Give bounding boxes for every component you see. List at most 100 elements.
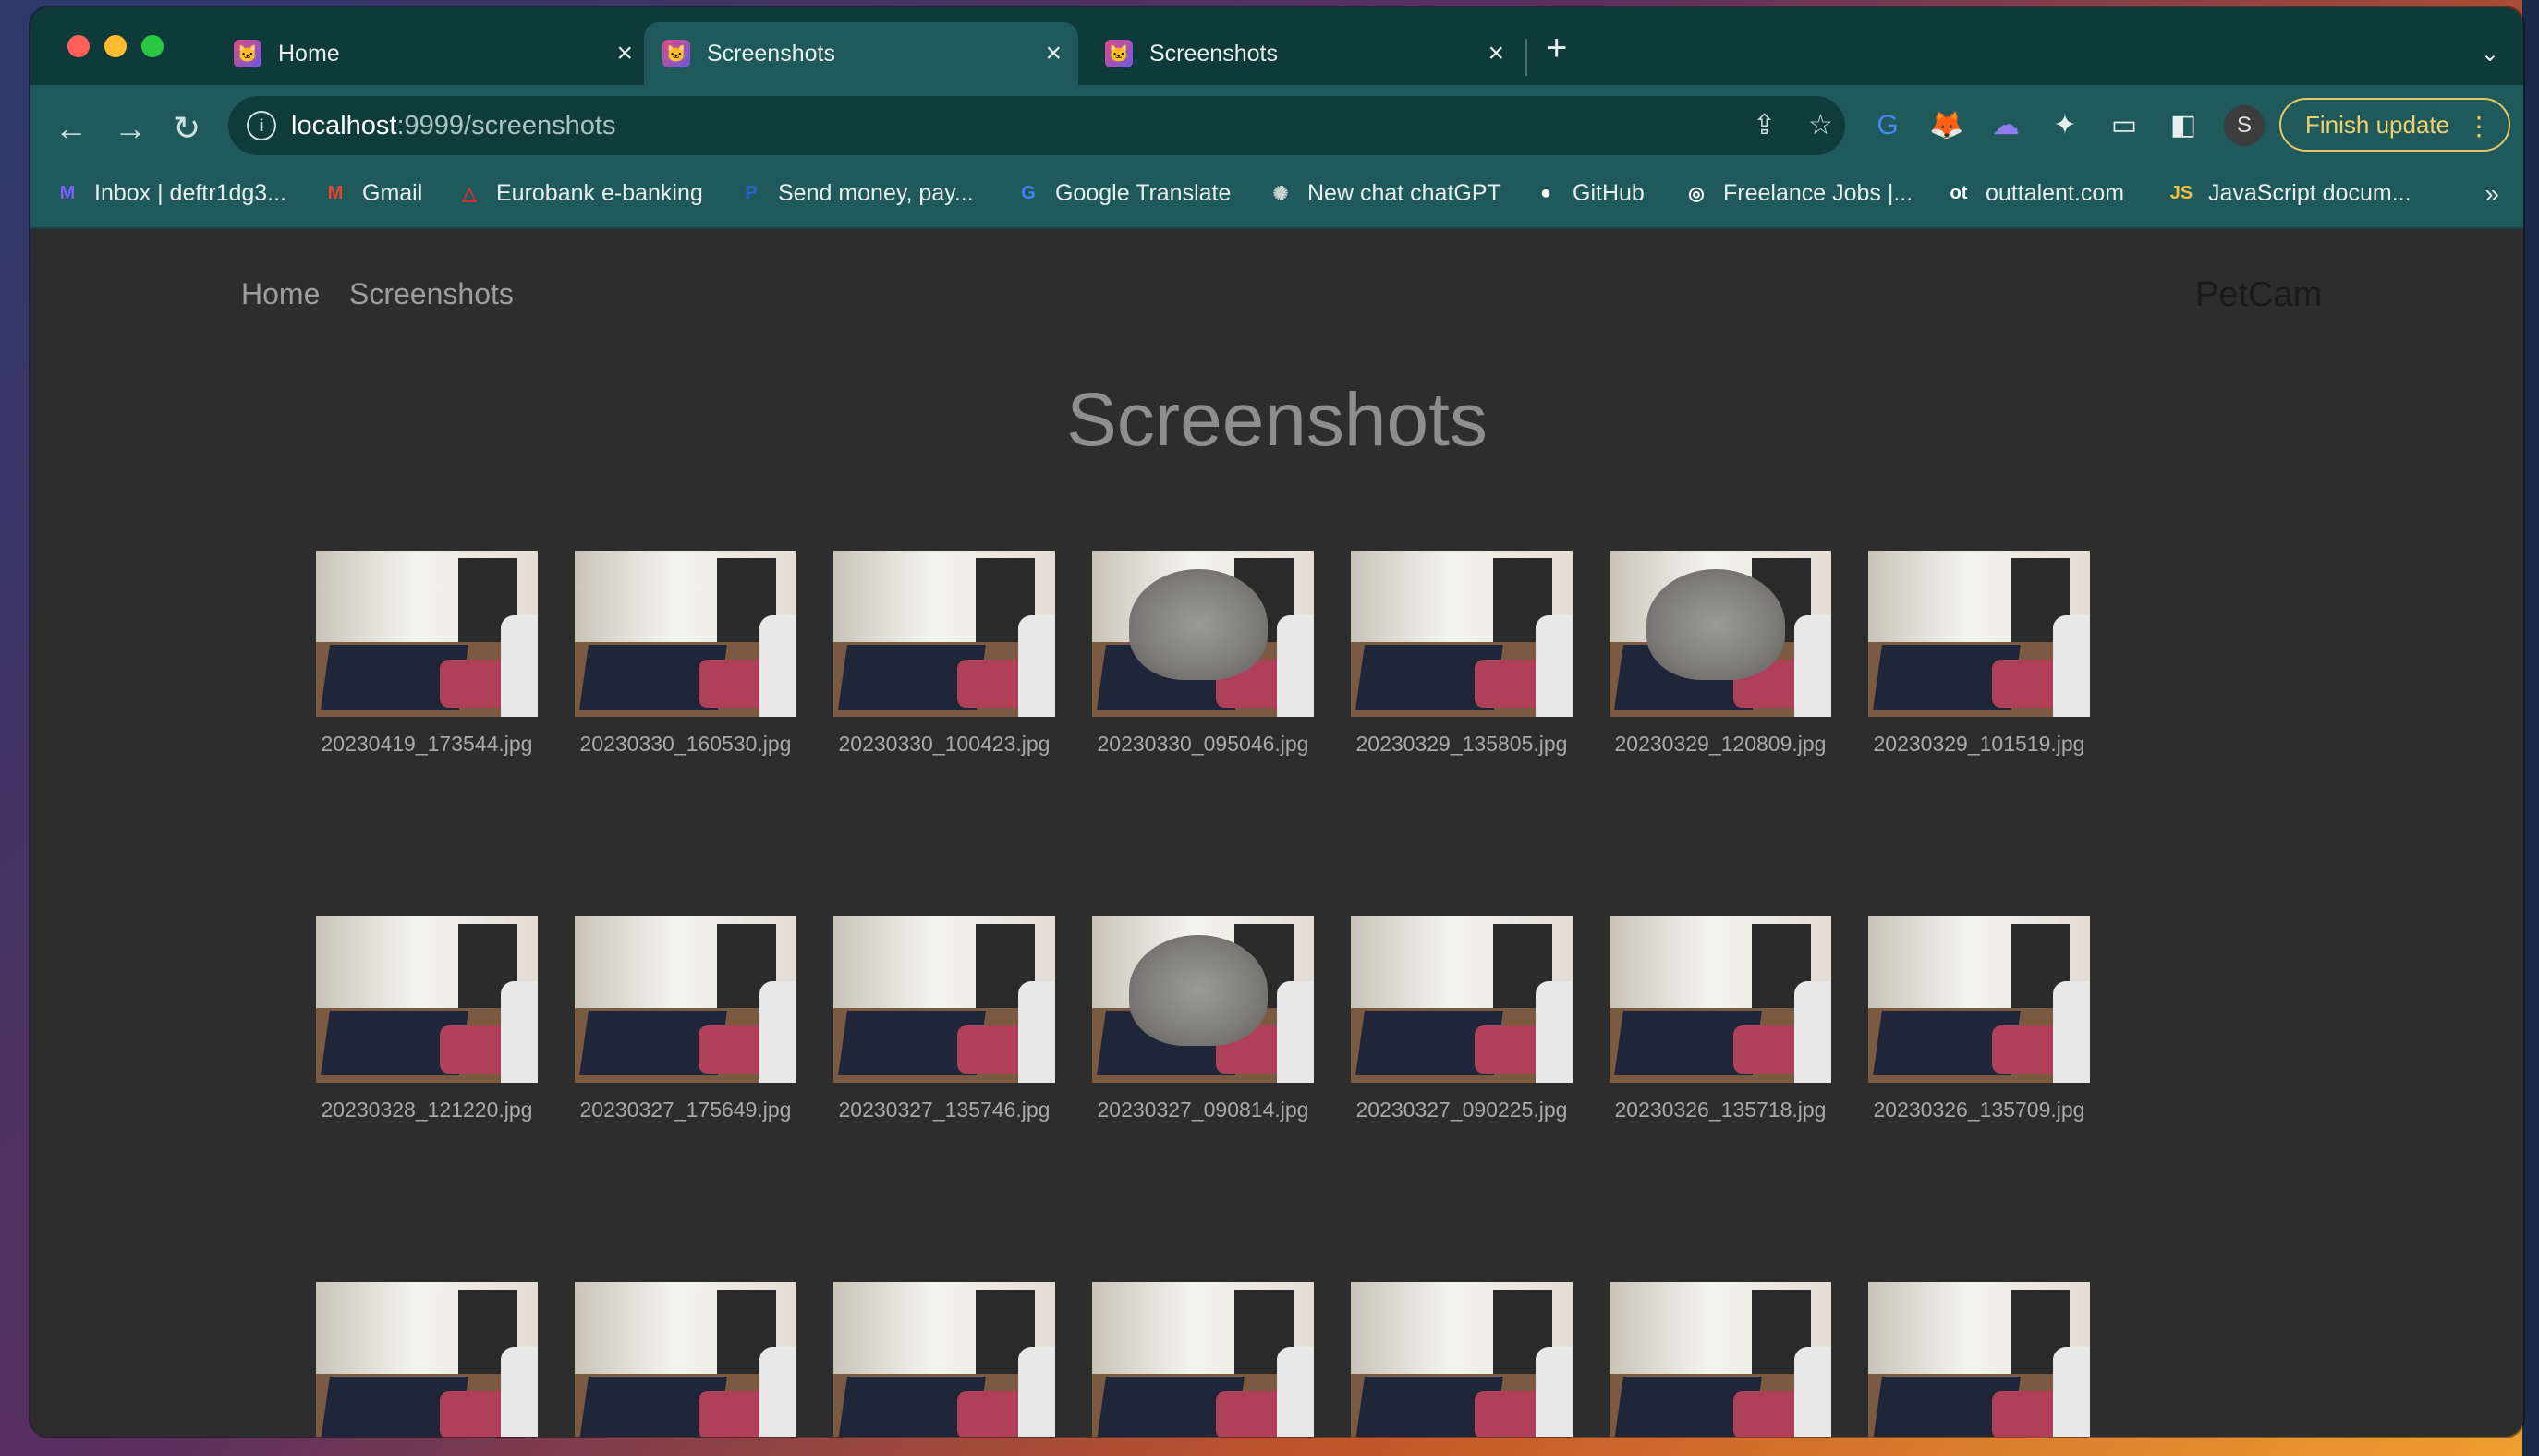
screenshot-filename[interactable]: 20230328_121220.jpg [307, 1098, 547, 1122]
close-tab-icon[interactable]: × [1488, 38, 1504, 69]
screenshot-thumbnail[interactable] [1092, 916, 1314, 1083]
screenshot-thumbnail[interactable] [575, 916, 796, 1083]
screenshot-filename[interactable]: 20230330_100423.jpg [824, 732, 1064, 757]
screenshot-filename[interactable]: 20230330_095046.jpg [1083, 732, 1323, 757]
close-tab-icon[interactable]: × [616, 38, 633, 69]
screenshot-filename[interactable]: 20230419_173544.jpg [307, 732, 547, 757]
photo-bed [957, 660, 1027, 708]
side-panel-icon[interactable]: ◧ [2165, 107, 2202, 144]
screenshot-filename[interactable]: 20230327_090225.jpg [1342, 1098, 1582, 1122]
close-tab-icon[interactable]: × [1045, 38, 1062, 69]
screenshot-thumbnail[interactable] [575, 551, 796, 717]
profile-avatar[interactable]: S [2224, 105, 2265, 146]
minimize-window-button[interactable] [104, 35, 127, 57]
screenshot-filename[interactable]: 20230327_135746.jpg [824, 1098, 1064, 1122]
gmail-icon: M [327, 182, 344, 203]
screenshot-thumbnail[interactable] [833, 1282, 1055, 1437]
photo-chair [2053, 615, 2090, 717]
photo-chair [1536, 1347, 1573, 1437]
screenshot-thumbnail[interactable] [1092, 1282, 1314, 1437]
bookmarks-overflow-chevron-icon[interactable]: » [2484, 179, 2499, 209]
photo-bed [440, 1391, 510, 1437]
photo-chair [1536, 615, 1573, 717]
share-icon[interactable]: ⇪ [1753, 109, 1776, 141]
bookmark-item[interactable]: M Gmail [322, 179, 423, 207]
tab-separator [1525, 39, 1527, 76]
screenshot-filename[interactable]: 20230329_101519.jpg [1859, 732, 2099, 757]
photo-chair [1536, 981, 1573, 1083]
bookmark-item[interactable]: G Google Translate [1014, 179, 1231, 207]
screenshot-thumbnail[interactable] [1351, 916, 1573, 1083]
bookmark-item[interactable]: ✺ New chat chatGPT [1267, 179, 1501, 207]
photo-cat [1129, 569, 1268, 680]
screenshot-thumbnail[interactable] [1610, 551, 1831, 717]
cast-icon[interactable]: ▭ [2106, 107, 2143, 144]
bookmark-star-icon[interactable]: ☆ [1808, 109, 1833, 141]
metamask-extension-icon[interactable]: 🦊 [1928, 107, 1965, 144]
photo-chair [1018, 1347, 1055, 1437]
screenshot-filename[interactable]: 20230327_090814.jpg [1083, 1098, 1323, 1122]
nav-link-home[interactable]: Home [241, 277, 320, 311]
bookmark-item[interactable]: ◎ Freelance Jobs |... [1683, 179, 1913, 207]
bookmark-item[interactable]: △ Eurobank e-banking [456, 179, 702, 207]
screenshot-thumbnail[interactable] [1868, 1282, 2090, 1437]
screenshot-thumbnail[interactable] [1868, 551, 2090, 717]
reload-icon[interactable]: ↻ [173, 109, 200, 148]
brand-logo-text[interactable]: PetCam [2195, 275, 2322, 315]
tab-search-chevron-icon[interactable]: ⌄ [2481, 41, 2499, 67]
photo-chair [2053, 981, 2090, 1083]
photo-bed [1475, 1391, 1545, 1437]
screenshot-thumbnail[interactable] [1610, 916, 1831, 1083]
github-icon: ● [1539, 182, 1552, 203]
address-bar[interactable]: i localhost:9999/screenshots ⇪ ☆ [228, 96, 1845, 155]
bookmark-label: Freelance Jobs |... [1723, 179, 1913, 206]
screenshot-thumbnail[interactable] [316, 551, 538, 717]
extensions-puzzle-icon[interactable]: ✦ [2047, 107, 2083, 144]
bookmark-item[interactable]: M Inbox | deftr1dg3... [54, 179, 286, 207]
screenshot-filename[interactable]: 20230329_120809.jpg [1600, 732, 1840, 757]
screenshot-filename[interactable]: 20230330_160530.jpg [565, 732, 806, 757]
screenshot-thumbnail[interactable] [316, 916, 538, 1083]
site-info-icon[interactable]: i [247, 111, 276, 140]
screenshot-thumbnail[interactable] [1351, 551, 1573, 717]
screenshot-thumbnail[interactable] [833, 551, 1055, 717]
screenshot-filename[interactable]: 20230327_175649.jpg [565, 1098, 806, 1122]
bookmark-item[interactable]: JS JavaScript docum... [2168, 179, 2411, 207]
screenshot-thumbnail[interactable] [316, 1282, 538, 1437]
url-text[interactable]: localhost:9999/screenshots [291, 111, 615, 141]
forward-arrow-icon[interactable]: → [114, 109, 147, 148]
nav-link-screenshots[interactable]: Screenshots [349, 277, 514, 311]
screenshot-thumbnail[interactable] [833, 916, 1055, 1083]
screenshot-filename[interactable]: 20230326_135718.jpg [1600, 1098, 1840, 1122]
photo-chair [1277, 981, 1314, 1083]
back-arrow-icon[interactable]: ← [55, 109, 88, 148]
close-window-button[interactable] [67, 35, 90, 57]
bookmark-item[interactable]: P Send money, pay... [737, 179, 973, 207]
zoom-window-button[interactable] [141, 35, 164, 57]
screenshot-thumbnail[interactable] [1610, 1282, 1831, 1437]
photo-chair [759, 1347, 796, 1437]
screenshot-thumbnail[interactable] [1868, 916, 2090, 1083]
finish-update-button[interactable]: Finish update ⋮ [2279, 98, 2510, 152]
bookmark-item[interactable]: ● GitHub [1532, 179, 1645, 207]
tab-home[interactable]: 🐱 Home × [215, 22, 650, 85]
bookmark-item[interactable]: ot outtalent.com [1945, 179, 2125, 207]
new-tab-button[interactable]: + [1546, 30, 1567, 67]
google-translate-extension-icon[interactable]: G [1869, 107, 1906, 144]
url-path: :9999/screenshots [396, 111, 616, 140]
screenshot-thumbnail[interactable] [1351, 1282, 1573, 1437]
bookmark-label: Gmail [362, 179, 423, 206]
proton-mail-icon: M [59, 182, 76, 203]
screenshot-filename[interactable]: 20230326_135709.jpg [1859, 1098, 2099, 1122]
screenshot-thumbnail[interactable] [1092, 551, 1314, 717]
tab-screenshots[interactable]: 🐱 Screenshots × [1087, 22, 1521, 85]
tab-screenshots-active[interactable]: 🐱 Screenshots × [644, 22, 1078, 85]
ghost-extension-icon[interactable]: ☁ [1987, 107, 2024, 144]
photo-cat [1646, 569, 1785, 680]
photo-chair [1277, 615, 1314, 717]
javascript-docs-icon: JS [2169, 182, 2193, 203]
screenshot-thumbnail[interactable] [575, 1282, 796, 1437]
screenshot-filename[interactable]: 20230329_135805.jpg [1342, 732, 1582, 757]
bookmark-label: JavaScript docum... [2208, 179, 2411, 206]
photo-bed [1992, 660, 2062, 708]
